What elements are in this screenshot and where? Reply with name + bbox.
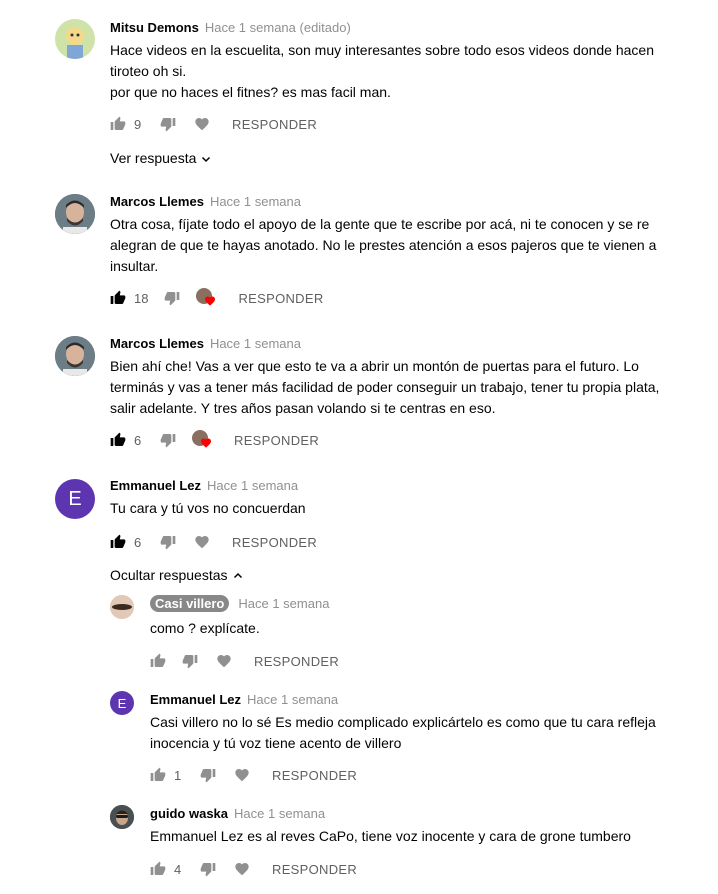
comment-text: Bien ahí che! Vas a ver que esto te va a… [110,358,660,416]
dislike-icon[interactable] [182,653,198,669]
reply-button[interactable]: RESPONDER [238,291,323,306]
comment-text: Otra cosa, fíjate todo el apoyo de la ge… [110,216,657,274]
dislike-icon[interactable] [160,432,176,448]
comment-text: Tu cara y tú vos no concuerdan [110,500,306,516]
reply-text: como ? explícate. [150,620,260,636]
dislike-icon[interactable] [160,534,176,550]
heart-icon[interactable] [194,534,210,550]
creator-heart-icon [192,430,214,450]
author-name[interactable]: Marcos Llemes [110,336,204,351]
comment-text: Hace videos en la escuelita, son muy int… [110,42,655,100]
author-name[interactable]: Marcos Llemes [110,194,204,209]
heart-icon[interactable] [194,116,210,132]
comment-header: Marcos Llemes Hace 1 semana [110,193,301,211]
reply-button[interactable]: RESPONDER [254,654,339,669]
timestamp[interactable]: Hace 1 semana [210,336,301,351]
reply-header: Emmanuel Lez Hace 1 semana [150,691,338,709]
reply-header: guido waska Hace 1 semana [150,805,325,823]
avatar-letter: E [68,487,82,510]
timestamp[interactable]: Hace 1 semana (editado) [205,20,351,35]
timestamp[interactable]: Hace 1 semana [247,692,338,707]
like-count: 18 [134,290,149,306]
dislike-icon[interactable] [200,767,216,783]
author-name[interactable]: Casi villero [150,595,230,612]
reply-actions: RESPONDER [150,649,339,673]
like-icon[interactable] [150,767,166,783]
timestamp[interactable]: Hace 1 semana [238,596,329,611]
author-name[interactable]: Emmanuel Lez [110,478,201,493]
hide-replies-label: Ocultar respuestas [110,567,228,583]
avatar[interactable] [55,19,95,59]
timestamp[interactable]: Hace 1 semana [234,806,325,821]
avatar[interactable] [110,595,134,619]
view-reply-toggle[interactable]: Ver respuesta [110,150,212,166]
author-name[interactable]: guido waska [150,806,228,821]
dislike-icon[interactable] [164,290,180,306]
dislike-icon[interactable] [200,861,216,877]
chevron-up-icon [232,569,244,581]
comment-actions: 6 RESPONDER [110,530,317,554]
like-icon[interactable] [150,861,166,877]
like-count: 4 [174,861,182,877]
reply-button[interactable]: RESPONDER [272,768,357,783]
like-icon[interactable] [110,534,126,550]
comment-actions: 6 RESPONDER [110,428,319,452]
like-icon[interactable] [110,290,126,306]
like-icon[interactable] [150,653,166,669]
like-icon[interactable] [110,432,126,448]
view-reply-label: Ver respuesta [110,150,197,166]
avatar[interactable] [55,194,95,234]
comment-header: Marcos Llemes Hace 1 semana [110,335,301,353]
heart-icon[interactable] [234,767,250,783]
avatar[interactable] [110,805,134,829]
comment-header: Emmanuel Lez Hace 1 semana [110,477,298,495]
reply-header: Casi villero Hace 1 semana [150,595,329,613]
like-count: 6 [134,432,142,448]
heart-icon[interactable] [234,861,250,877]
comment-header: Mitsu Demons Hace 1 semana (editado) [110,19,351,37]
avatar[interactable]: E [110,691,134,715]
reply-button[interactable]: RESPONDER [234,433,319,448]
hide-replies-toggle[interactable]: Ocultar respuestas [110,567,244,583]
comment-actions: 9 RESPONDER [110,112,317,136]
creator-heart-icon [196,288,218,308]
reply-actions: 1 RESPONDER [150,763,357,787]
chevron-down-icon [200,152,212,164]
comment-actions: 18 RESPONDER [110,286,324,310]
like-count: 9 [134,116,142,132]
author-name[interactable]: Mitsu Demons [110,20,199,35]
like-count: 1 [174,767,182,783]
reply-button[interactable]: RESPONDER [232,117,317,132]
reply-button[interactable]: RESPONDER [232,535,317,550]
reply-button[interactable]: RESPONDER [272,862,357,877]
author-name[interactable]: Emmanuel Lez [150,692,241,707]
timestamp[interactable]: Hace 1 semana [210,194,301,209]
avatar[interactable] [55,336,95,376]
reply-actions: 4 RESPONDER [150,857,357,881]
timestamp[interactable]: Hace 1 semana [207,478,298,493]
heart-icon[interactable] [216,653,232,669]
avatar-letter: E [117,695,127,711]
avatar[interactable]: E [55,479,95,519]
dislike-icon[interactable] [160,116,176,132]
reply-text: Emmanuel Lez es al reves CaPo, tiene voz… [150,828,631,844]
reply-text: Casi villero no lo sé Es medio complicad… [150,714,656,751]
like-icon[interactable] [110,116,126,132]
like-count: 6 [134,534,142,550]
